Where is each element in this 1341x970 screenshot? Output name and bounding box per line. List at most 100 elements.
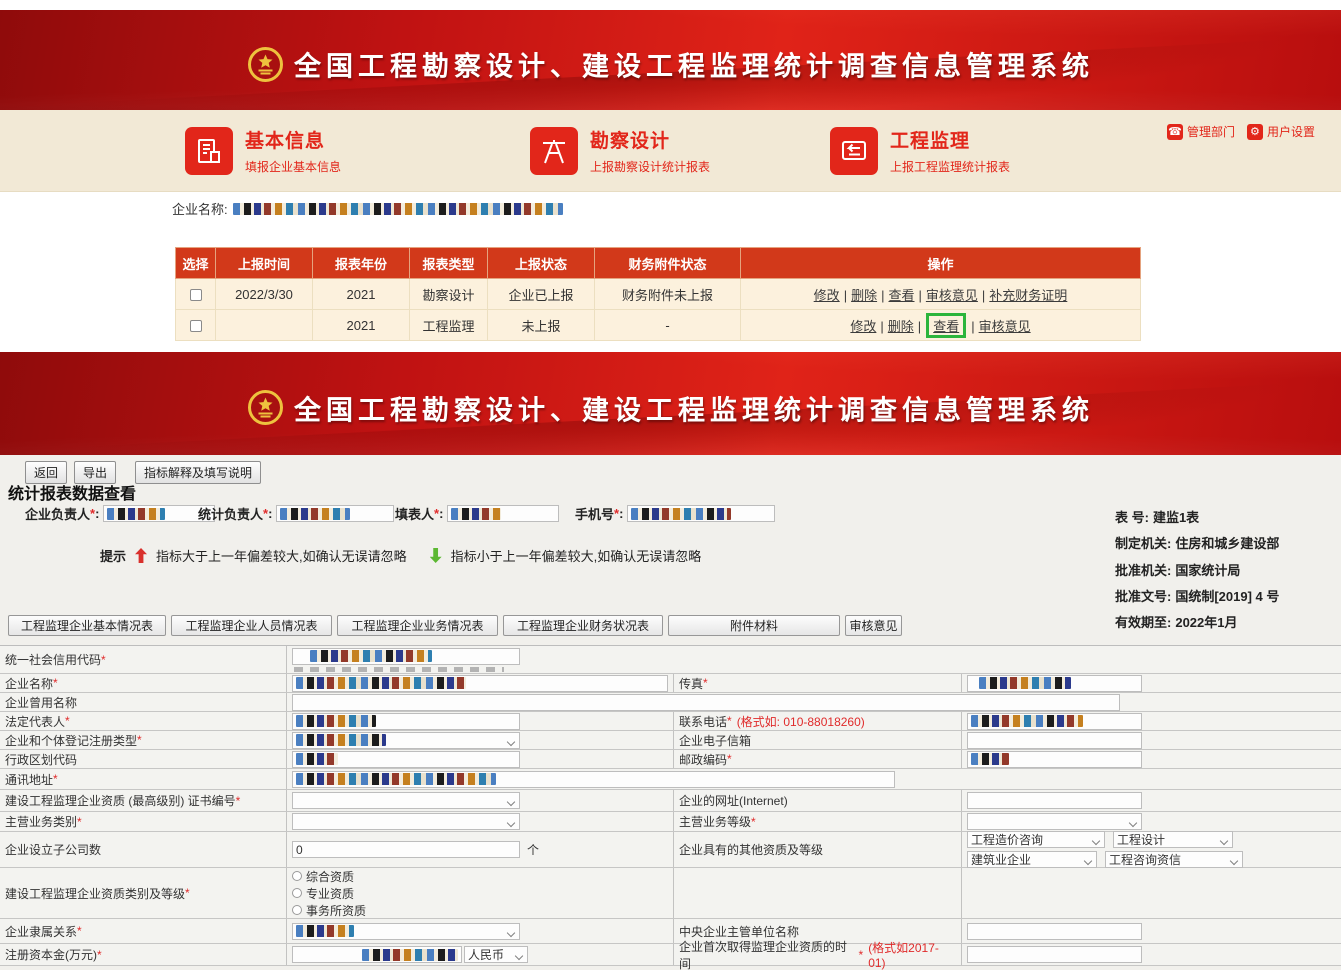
cost-consulting-select[interactable]: 工程造价咨询 xyxy=(967,831,1105,848)
nav-title: 工程监理 xyxy=(890,126,1010,153)
nav-item-supervision[interactable]: 工程监理 上报工程监理统计报表 xyxy=(830,126,1010,175)
row-checkbox[interactable] xyxy=(190,289,202,301)
reg-type-select[interactable] xyxy=(292,732,520,749)
unit-label: 个 xyxy=(527,841,539,858)
col-report-time: 上报时间 xyxy=(216,248,313,279)
field-label: 联系电话 xyxy=(679,713,727,730)
cell-report-year: 2021 xyxy=(313,279,410,310)
affiliation-select[interactable] xyxy=(292,923,520,940)
main-business-select[interactable] xyxy=(292,813,520,830)
phone-icon: ☎ xyxy=(1167,124,1183,140)
meta-approval-no: 批准文号:国统制[2019] 4 号 xyxy=(1115,586,1283,605)
action-view-highlighted[interactable]: 查看 xyxy=(933,319,959,334)
tab-finance[interactable]: 工程监理企业财务状况表 xyxy=(503,615,663,636)
company-name-label: 企业名称: xyxy=(172,199,228,218)
arrow-down-icon xyxy=(430,548,442,563)
required-mark: * xyxy=(137,733,142,747)
form-row-reg-type: 企业和个体登记注册类型* 企业电子信箱 xyxy=(0,731,1341,750)
separator: | xyxy=(971,319,974,334)
former-name-input[interactable] xyxy=(292,694,1120,711)
cell-report-status: 未上报 xyxy=(488,310,595,341)
highlight-box: 查看 xyxy=(926,313,966,338)
nav-item-basic-info[interactable]: 基本信息 填报企业基本信息 xyxy=(185,126,341,175)
format-hint: (格式如2017-01) xyxy=(868,939,956,970)
form-row-affiliation: 企业隶属关系* 中央企业主管单位名称 xyxy=(0,919,1341,944)
subsidiaries-input[interactable]: 0 xyxy=(292,841,520,858)
form-filler-input[interactable] xyxy=(447,505,559,522)
radio-comprehensive[interactable] xyxy=(292,871,302,881)
selected-option: 工程咨询资信 xyxy=(1109,851,1181,868)
required-mark: * xyxy=(185,886,190,900)
action-modify[interactable]: 修改 xyxy=(814,288,840,303)
redacted-value xyxy=(296,715,376,727)
field-label: 主营业务等级 xyxy=(679,813,751,830)
tab-review-opinion[interactable]: 审核意见 xyxy=(845,615,902,636)
form-row-subsidiaries: 企业设立子公司数 0 个 企业具有的其他资质及等级 工程造价咨询 工程设计 xyxy=(0,832,1341,868)
consulting-credit-select[interactable]: 工程咨询资信 xyxy=(1105,851,1243,868)
redacted-company-name xyxy=(233,203,563,215)
nav-item-survey-design[interactable]: 勘察设计 上报勘察设计统计报表 xyxy=(530,126,710,175)
action-review-opinion[interactable]: 审核意见 xyxy=(979,319,1031,334)
action-view[interactable]: 查看 xyxy=(888,288,914,303)
website-input[interactable] xyxy=(967,792,1142,809)
fax-input[interactable] xyxy=(967,675,1142,692)
mobile-input[interactable] xyxy=(627,505,775,522)
email-input[interactable] xyxy=(967,732,1142,749)
credit-code-input[interactable] xyxy=(292,648,520,665)
redacted-value xyxy=(979,677,1071,689)
field-label: 企业首次取得监理企业资质的时间 xyxy=(679,938,859,970)
central-org-input[interactable] xyxy=(967,923,1142,940)
tab-personnel[interactable]: 工程监理企业人员情况表 xyxy=(171,615,332,636)
supervision-card-icon xyxy=(830,127,878,175)
deviation-hint: 提示 指标大于上一年偏差较大,如确认无误请忽略 指标小于上一年偏差较大,如确认无… xyxy=(100,546,701,565)
field-mobile: 手机号*: xyxy=(575,504,775,523)
region-code-input[interactable] xyxy=(292,751,520,768)
user-settings-label: 用户设置 xyxy=(1267,123,1315,140)
action-supplement-finance[interactable]: 补充财务证明 xyxy=(989,288,1067,303)
registered-capital-input[interactable] xyxy=(292,946,462,963)
indicator-explain-button[interactable]: 指标解释及填写说明 xyxy=(135,461,261,484)
legal-rep-input[interactable] xyxy=(292,713,520,730)
nav-subtitle: 填报企业基本信息 xyxy=(245,158,341,175)
business-grade-select[interactable] xyxy=(967,813,1142,830)
action-modify[interactable]: 修改 xyxy=(850,319,876,334)
action-delete[interactable]: 删除 xyxy=(888,319,914,334)
construction-enterprise-select[interactable]: 建筑业企业 xyxy=(967,851,1097,868)
separator: | xyxy=(918,319,921,334)
nav-subtitle: 上报工程监理统计报表 xyxy=(890,158,1010,175)
redacted-value xyxy=(296,773,496,785)
phone-input[interactable] xyxy=(967,713,1142,730)
meta-approver: 批准机关:国家统计局 xyxy=(1115,560,1244,579)
admin-dept-link[interactable]: ☎ 管理部门 xyxy=(1167,123,1235,140)
field-label: 行政区划代码 xyxy=(5,751,77,768)
action-review-opinion[interactable]: 审核意见 xyxy=(926,288,978,303)
action-delete[interactable]: 删除 xyxy=(851,288,877,303)
cell-finance-status: 财务附件未上报 xyxy=(595,279,741,310)
tab-business[interactable]: 工程监理企业业务情况表 xyxy=(337,615,498,636)
col-actions: 操作 xyxy=(741,248,1141,279)
required-mark: * xyxy=(703,676,708,690)
radio-professional[interactable] xyxy=(292,888,302,898)
required-mark: * xyxy=(53,772,58,786)
cert-no-select[interactable] xyxy=(292,792,520,809)
first-qual-time-input[interactable] xyxy=(967,946,1142,963)
user-settings-link[interactable]: ⚙ 用户设置 xyxy=(1247,123,1315,140)
tab-attachments[interactable]: 附件材料 xyxy=(668,615,840,636)
redacted-value xyxy=(971,753,1009,765)
required-mark: * xyxy=(53,676,58,690)
radio-office[interactable] xyxy=(292,905,302,915)
redacted-value xyxy=(362,949,458,961)
detail-content: 返回 导出 指标解释及填写说明 统计报表数据查看 企业负责人*: 统计负责人*:… xyxy=(0,455,1341,970)
stats-leader-input[interactable] xyxy=(276,505,394,522)
company-name-input[interactable] xyxy=(292,675,668,692)
app-banner: 全国工程勘察设计、建设工程监理统计调查信息管理系统 xyxy=(0,10,1341,110)
address-input[interactable] xyxy=(292,771,895,788)
tab-basic-info[interactable]: 工程监理企业基本情况表 xyxy=(8,615,166,636)
col-report-year: 报表年份 xyxy=(313,248,410,279)
currency-select[interactable]: 人民币 xyxy=(464,946,528,963)
radio-label: 专业资质 xyxy=(306,885,354,902)
engineering-design-select[interactable]: 工程设计 xyxy=(1113,831,1233,848)
postcode-input[interactable] xyxy=(967,751,1142,768)
meta-maker: 制定机关:住房和城乡建设部 xyxy=(1115,533,1283,552)
row-checkbox[interactable] xyxy=(190,320,202,332)
